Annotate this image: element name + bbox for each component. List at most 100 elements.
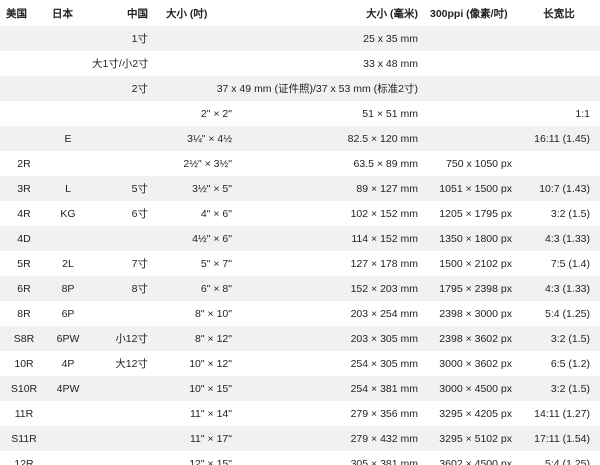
- table-row: 10R 4P 大12寸 10" × 12" 254 × 305 mm 3000 × 360…: [0, 351, 600, 376]
- cell-japan: [48, 226, 88, 251]
- table-row: 1寸 25 x 35 mm: [0, 26, 600, 51]
- cell-japan: L: [48, 176, 88, 201]
- cell-size-inch: 3¼" × 4½: [156, 126, 242, 151]
- cell-aspect-ratio: 4:3 (1.33): [524, 226, 600, 251]
- cell-size-inch: [156, 26, 242, 51]
- cell-size-mm: 305 × 381 mm: [242, 451, 424, 465]
- cell-aspect-ratio: 4:3 (1.33): [524, 276, 600, 301]
- cell-size-inch: 11" × 17": [156, 426, 242, 451]
- cell-japan: [48, 401, 88, 426]
- cell-size-inch: 2½" × 3½": [156, 151, 242, 176]
- cell-us: [0, 26, 48, 51]
- cell-pixels: 3602 × 4500 px: [424, 451, 524, 465]
- cell-us: 5R: [0, 251, 48, 276]
- cell-size-mm: 114 × 152 mm: [242, 226, 424, 251]
- cell-aspect-ratio: 7:5 (1.4): [524, 251, 600, 276]
- cell-china: 大1寸/小2寸: [88, 51, 156, 76]
- cell-size-mm: 152 × 203 mm: [242, 276, 424, 301]
- cell-china: [88, 151, 156, 176]
- cell-aspect-ratio: 3:2 (1.5): [524, 326, 600, 351]
- cell-size-inch: 8" × 10": [156, 301, 242, 326]
- cell-size-inch: 10" × 12": [156, 351, 242, 376]
- cell-aspect-ratio: 6:5 (1.2): [524, 351, 600, 376]
- cell-china: [88, 376, 156, 401]
- cell-pixels: 1795 × 2398 px: [424, 276, 524, 301]
- cell-size-inch: 3½" × 5": [156, 176, 242, 201]
- cell-size-mm: 102 × 152 mm: [242, 201, 424, 226]
- cell-size-inch: [156, 51, 242, 76]
- table-row: 5R 2L 7寸 5" × 7" 127 × 178 mm 1500 × 2102 px 7…: [0, 251, 600, 276]
- cell-size-mm: 63.5 × 89 mm: [242, 151, 424, 176]
- table-row: 大1寸/小2寸 33 x 48 mm: [0, 51, 600, 76]
- cell-china: 1寸: [88, 26, 156, 51]
- table-row: 4R KG 6寸 4" × 6" 102 × 152 mm 1205 × 1795 px 3…: [0, 201, 600, 226]
- cell-size-mm: 279 × 356 mm: [242, 401, 424, 426]
- cell-pixels: [424, 76, 524, 101]
- cell-japan: [48, 426, 88, 451]
- cell-japan: [48, 151, 88, 176]
- cell-china: 大12寸: [88, 351, 156, 376]
- cell-size-inch: 10" × 15": [156, 376, 242, 401]
- col-header-us: 美国: [6, 7, 27, 20]
- cell-japan: [48, 451, 88, 465]
- cell-size-inch: 4" × 6": [156, 201, 242, 226]
- cell-us: S11R: [0, 426, 48, 451]
- cell-pixels: 3295 × 4205 px: [424, 401, 524, 426]
- cell-pixels: [424, 51, 524, 76]
- cell-pixels: 3000 × 4500 px: [424, 376, 524, 401]
- cell-japan: 8P: [48, 276, 88, 301]
- cell-china: [88, 301, 156, 326]
- cell-aspect-ratio: 17:11 (1.54): [524, 426, 600, 451]
- col-header-pixels-300ppi: 300ppi (像素/吋): [430, 7, 508, 20]
- table-row: 12R 12" × 15" 305 × 381 mm 3602 × 4500 px 5:…: [0, 451, 600, 465]
- cell-us: 4R: [0, 201, 48, 226]
- cell-pixels: 1500 × 2102 px: [424, 251, 524, 276]
- cell-china: 小12寸: [88, 326, 156, 351]
- cell-china: [88, 226, 156, 251]
- table-row: S10R 4PW 10" × 15" 254 × 381 mm 3000 × 4500 …: [0, 376, 600, 401]
- cell-us: 6R: [0, 276, 48, 301]
- cell-size-mm: 254 × 381 mm: [242, 376, 424, 401]
- cell-aspect-ratio: [524, 151, 600, 176]
- cell-pixels: 2398 × 3000 px: [424, 301, 524, 326]
- cell-aspect-ratio: [524, 51, 600, 76]
- cell-us: 11R: [0, 401, 48, 426]
- cell-size-mm: 82.5 × 120 mm: [242, 126, 424, 151]
- col-header-japan: 日本: [52, 7, 73, 20]
- cell-pixels: [424, 26, 524, 51]
- cell-china: 8寸: [88, 276, 156, 301]
- cell-aspect-ratio: 14:11 (1.27): [524, 401, 600, 426]
- cell-aspect-ratio: 1:1: [524, 101, 600, 126]
- cell-japan: 4P: [48, 351, 88, 376]
- cell-us: [0, 126, 48, 151]
- cell-aspect-ratio: [524, 76, 600, 101]
- col-header-size-mm: 大小 (毫米): [366, 7, 418, 20]
- col-header-size-inch: 大小 (吋): [166, 7, 208, 20]
- cell-japan: 4PW: [48, 376, 88, 401]
- table-row: 2寸 37 x 49 mm (证件照)/37 x 53 mm (标准2寸): [0, 76, 600, 101]
- photo-size-table: 美国 日本 中国 大小 (吋) 大小 (毫米) 300ppi (像素/吋) 长宽…: [0, 0, 600, 465]
- cell-us: 2R: [0, 151, 48, 176]
- cell-size-mm: 203 × 254 mm: [242, 301, 424, 326]
- cell-china: [88, 426, 156, 451]
- col-header-aspect-ratio: 长宽比: [543, 7, 575, 20]
- cell-japan: E: [48, 126, 88, 151]
- cell-size-inch: 4½" × 6": [156, 226, 242, 251]
- cell-china: 2寸: [88, 76, 156, 101]
- table-row: 2R 2½" × 3½" 63.5 × 89 mm 750 x 1050 px: [0, 151, 600, 176]
- cell-japan: [48, 26, 88, 51]
- cell-us: [0, 101, 48, 126]
- cell-aspect-ratio: 3:2 (1.5): [524, 376, 600, 401]
- cell-us: 12R: [0, 451, 48, 465]
- cell-china: 5寸: [88, 176, 156, 201]
- cell-japan: [48, 76, 88, 101]
- cell-pixels: 1051 × 1500 px: [424, 176, 524, 201]
- table-row: S8R 6PW 小12寸 8" × 12" 203 × 305 mm 2398 × 360…: [0, 326, 600, 351]
- cell-size-inch: 2" × 2": [156, 101, 242, 126]
- cell-size-inch: 8" × 12": [156, 326, 242, 351]
- cell-size-mm: 37 x 49 mm (证件照)/37 x 53 mm (标准2寸): [156, 76, 424, 101]
- table-row: 11R 11" × 14" 279 × 356 mm 3295 × 4205 px 14…: [0, 401, 600, 426]
- cell-us: 8R: [0, 301, 48, 326]
- cell-aspect-ratio: [524, 26, 600, 51]
- cell-size-mm: 127 × 178 mm: [242, 251, 424, 276]
